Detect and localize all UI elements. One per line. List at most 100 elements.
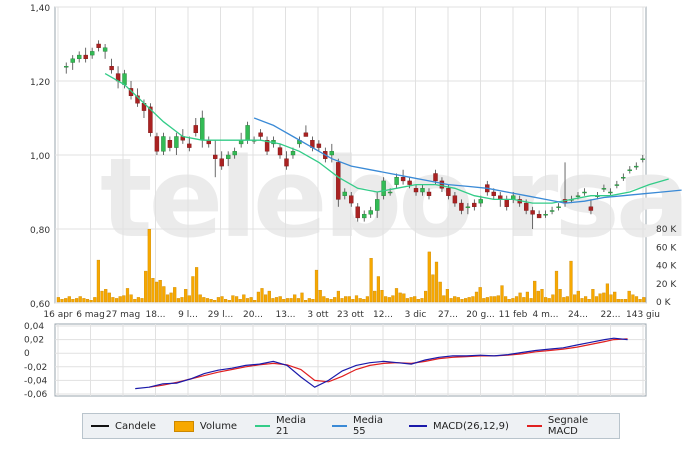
legend-item-macd[interactable]: MACD(26,12,9) [408,421,509,432]
volume-bar [540,289,544,303]
x-tick-label: 3 dic [405,310,427,320]
volume-bar [169,292,173,303]
volume-bar [234,296,239,303]
volume-bar [325,298,329,303]
volume-bar [511,298,515,303]
candle-body [407,180,412,185]
volume-bar [304,300,308,303]
volume-bar [340,298,344,303]
legend-swatch [91,425,109,427]
volume-bar [434,261,439,303]
volume-bar [173,287,177,303]
volume-bar [547,298,551,303]
candle-body [530,210,535,215]
legend-item-segnale-macd[interactable]: Segnale MACD [526,415,609,437]
candle-body [524,202,529,211]
legend-swatch [332,425,347,427]
candle-body [284,158,289,167]
legend-item-volume[interactable]: Volume [173,420,237,432]
volume-bar [445,289,449,303]
candle-body [634,165,639,168]
volume-bar [238,299,242,303]
volume-bar [525,291,529,303]
legend-label: Candele [115,420,156,432]
candle-body [219,158,224,167]
volume-tick-label: 60 K [656,243,677,253]
volume-bar [60,299,64,303]
volume-bar [162,286,166,303]
volume-bar [402,293,406,303]
candle-body [472,202,477,208]
volume-bar [442,295,446,303]
volume-bar [329,299,333,303]
x-tick-label: 16 apr [43,310,73,320]
x-tick-label: 3 ott [307,310,329,320]
candle-body [316,143,322,148]
candle-body [549,210,555,212]
candle-body [465,206,471,209]
volume-bar [256,291,260,303]
volume-bar [274,297,279,303]
volume-tick-label: 80 K [656,225,677,235]
volume-bar [78,296,82,303]
chart-stage: telebo rsa 1,40 1,20 1,00 0,80 0,60 80 K 60 K… [0,0,700,451]
volume-bar [394,288,399,303]
volume-bar [184,289,188,303]
volume-bar [562,297,566,303]
volume-bar [296,298,300,303]
x-tick-label: 9 l... [178,310,198,320]
volume-bar [489,296,493,303]
candle-body [413,188,419,193]
volume-bar [514,296,519,303]
candle-body [187,143,192,148]
candle-body [83,54,88,59]
candle-body [400,176,406,182]
volume-bar [594,296,599,303]
candle-body [245,125,250,141]
volume-bar [504,296,508,303]
candle-body [640,158,645,160]
volume-bar [507,299,511,303]
volume-bar [104,289,108,303]
volume-bar [71,299,75,303]
volume-bar [409,297,413,303]
candle-body [63,65,69,68]
candle-body [225,154,231,159]
volume-bar [249,297,253,303]
candle-body [381,180,386,196]
legend-swatch [526,425,542,427]
volume-bar [616,299,620,303]
volume-bar [522,297,526,303]
volume-bar [493,296,497,303]
volume-bar [216,297,220,303]
legend-item-media-21[interactable]: Media 21 [255,415,314,437]
volume-bar [420,298,424,303]
candle-body [426,191,432,196]
volume-bar [318,290,322,303]
candle-body [200,117,205,141]
volume-tick-label: 0 K [656,298,672,308]
volume-bar [464,298,468,303]
volume-bar [347,296,351,303]
volume-bar [154,281,159,303]
volume-bar [438,281,442,303]
x-tick-label: 6 mag [76,310,105,320]
volume-bar [314,269,319,303]
macd-y-tick-label: 0 [24,349,30,359]
volume-bar [271,298,275,303]
legend-item-candele[interactable]: Candele [91,421,156,432]
volume-bar [638,299,642,303]
legend-item-media-55[interactable]: Media 55 [332,415,391,437]
volume-bar [398,292,402,303]
candle-body [355,206,360,219]
volume-bar [351,299,355,303]
volume-bar [147,228,151,303]
volume-bar [358,298,362,303]
candle-body [303,132,309,137]
candle-body [336,162,341,200]
volume-bar [267,290,271,303]
legend-label: Segnale MACD [547,415,589,437]
volume-bar [482,298,486,303]
volume-bar [518,292,522,303]
volume-bar [227,300,231,303]
